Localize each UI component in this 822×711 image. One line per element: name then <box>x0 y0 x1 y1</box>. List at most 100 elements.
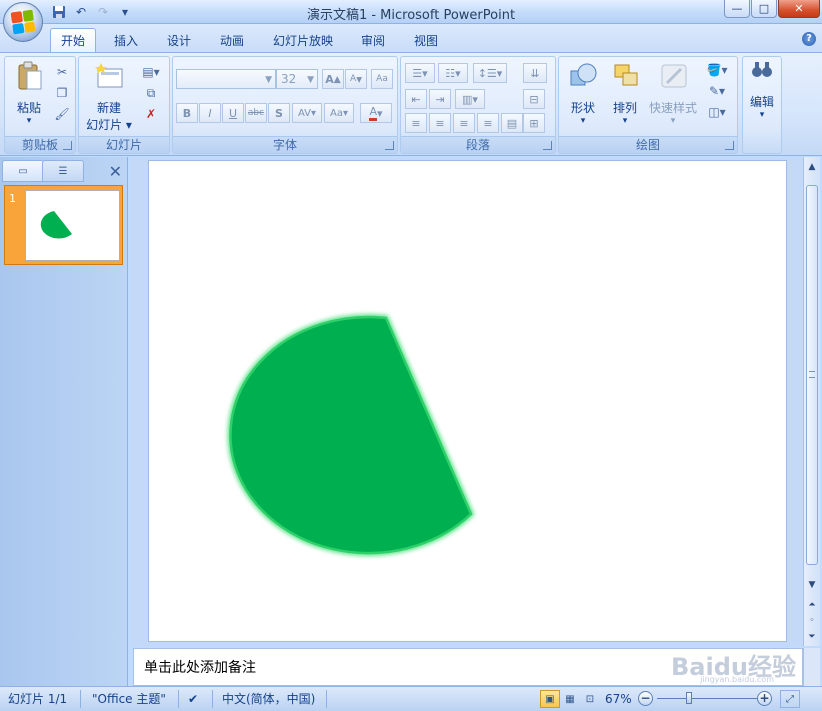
close-panel-icon[interactable]: ✕ <box>109 162 122 181</box>
bullets-icon[interactable]: ☰▾ <box>405 63 435 83</box>
normal-view-icon[interactable]: ▣ <box>540 690 560 708</box>
shape-fill-icon[interactable]: 🪣▾ <box>703 61 731 79</box>
vertical-scrollbar[interactable]: ▲ ▼ ⏶ ◦ ⏷ <box>803 157 820 646</box>
shape-effects-icon[interactable]: ◫▾ <box>703 103 731 121</box>
slides-group-label: 幻灯片 <box>79 136 169 153</box>
tab-review[interactable]: 审阅 <box>351 28 395 52</box>
zoom-in-icon[interactable]: + <box>757 691 772 706</box>
paste-button[interactable]: 粘贴 ▾ <box>7 61 51 133</box>
paste-dropdown-arrow[interactable]: ▾ <box>7 116 51 126</box>
paragraph-launcher-icon[interactable] <box>543 141 552 150</box>
arrange-label: 排列 <box>612 101 637 115</box>
new-slide-icon <box>95 61 123 93</box>
tab-view[interactable]: 视图 <box>404 28 448 52</box>
bold-button[interactable]: B <box>176 103 198 123</box>
justify-icon[interactable]: ≡ <box>477 113 499 133</box>
slide-svg <box>227 314 475 557</box>
new-slide-label-2: 幻灯片 ▾ <box>86 118 132 132</box>
zoom-slider-thumb[interactable] <box>686 692 692 704</box>
tab-home[interactable]: 开始 <box>50 28 97 52</box>
title-bar: ↶ ↷ ▾ 演示文稿1 - Microsoft PowerPoint — □ ✕ <box>0 0 822 24</box>
maximize-button[interactable]: □ <box>751 0 777 18</box>
align-right-icon[interactable]: ≡ <box>453 113 475 133</box>
slides-panel: ▭ ☰ ✕ 1 <box>0 157 128 686</box>
italic-button[interactable]: I <box>199 103 221 123</box>
copy-icon[interactable]: ❐ <box>53 84 71 102</box>
align-text-icon[interactable]: ⊟ <box>523 89 545 109</box>
tab-insert[interactable]: 插入 <box>104 28 148 52</box>
paragraph-group: ☰▾ ☷▾ ↕☰▾ ⇊ ⇤ ⇥ ▥▾ ⊟ ≡ ≡ ≡ ≡ ▤ ⊞ 段落 <box>400 56 556 154</box>
slides-group: 新建 幻灯片 ▾ ▤▾ ⧉ ✗ 幻灯片 <box>78 56 170 154</box>
next-slide-icon[interactable]: ⏷ <box>805 629 819 645</box>
editing-button[interactable]: 编辑 ▾ <box>743 59 781 131</box>
font-name-field[interactable]: ▼ <box>176 69 276 89</box>
arrange-button[interactable]: 排列 ▾ <box>605 61 645 133</box>
font-color-button[interactable]: A ▾ <box>360 103 392 123</box>
text-direction-icon[interactable]: ⇊ <box>523 63 547 83</box>
select-browse-icon[interactable]: ◦ <box>805 613 819 629</box>
clipboard-launcher-icon[interactable] <box>63 141 72 150</box>
theme-name[interactable]: "Office 主题" <box>92 691 166 707</box>
ribbon: 粘贴 ▾ ✂ ❐ 🖌 剪贴板 新建 幻灯片 ▾ ▤▾ ⧉ ✗ 幻灯片 ▼ 32 ▼… <box>0 52 822 156</box>
font-launcher-icon[interactable] <box>385 141 394 150</box>
slideshow-view-icon[interactable]: ⊡ <box>580 690 600 708</box>
shrink-font-button[interactable]: A ▼ <box>345 69 367 89</box>
line-spacing-icon[interactable]: ↕☰▾ <box>473 63 507 83</box>
layout-icon[interactable]: ▤▾ <box>139 63 163 81</box>
outline-tab-icon[interactable]: ☰ <box>42 160 84 182</box>
spelling-check-icon[interactable]: ✔ <box>188 691 198 707</box>
align-center-icon[interactable]: ≡ <box>429 113 451 133</box>
change-case-button[interactable]: Aa ▾ <box>324 103 354 123</box>
zoom-out-icon[interactable]: − <box>638 691 653 706</box>
columns-icon[interactable]: ▥▾ <box>455 89 485 109</box>
tab-design[interactable]: 设计 <box>157 28 201 52</box>
notes-scrollbar[interactable] <box>803 648 820 686</box>
scroll-thumb[interactable] <box>806 185 818 565</box>
grow-font-button[interactable]: A ▲ <box>322 69 344 89</box>
zoom-level[interactable]: 67% <box>605 691 632 707</box>
cut-icon[interactable]: ✂ <box>53 63 71 81</box>
font-size-field[interactable]: 32 ▼ <box>276 69 318 89</box>
previous-slide-icon[interactable]: ⏶ <box>805 597 819 613</box>
clear-format-button[interactable]: Aa <box>371 69 393 89</box>
smartart-icon[interactable]: ⊞ <box>523 113 545 133</box>
shapes-label: 形状 <box>570 101 595 115</box>
distributed-icon[interactable]: ▤ <box>501 113 523 133</box>
shapes-button[interactable]: 形状 ▾ <box>563 61 603 133</box>
delete-slide-icon[interactable]: ✗ <box>139 105 163 123</box>
notes-pane[interactable]: 单击此处添加备注 Baidu经验 jingyan.baidu.com <box>133 648 803 686</box>
increase-indent-icon[interactable]: ⇥ <box>429 89 451 109</box>
slides-tab-icon[interactable]: ▭ <box>2 160 44 182</box>
slide-thumbnail[interactable]: 1 <box>4 185 123 265</box>
slide-sorter-icon[interactable]: ▦ <box>560 690 580 708</box>
tab-slideshow[interactable]: 幻灯片放映 <box>263 28 343 52</box>
char-spacing-button[interactable]: AV ▾ <box>292 103 322 123</box>
new-slide-button[interactable]: 新建 幻灯片 ▾ <box>81 61 137 133</box>
align-left-icon[interactable]: ≡ <box>405 113 427 133</box>
strikethrough-button[interactable]: abc <box>245 103 267 123</box>
close-button[interactable]: ✕ <box>778 0 820 18</box>
fit-to-window-icon[interactable]: ⤢ <box>780 690 800 708</box>
quick-styles-button[interactable]: 快速样式 ▾ <box>647 61 699 133</box>
help-icon[interactable]: ? <box>802 32 816 46</box>
drawing-group-label: 绘图 <box>559 136 737 153</box>
shape-outline-icon[interactable]: ✎▾ <box>703 82 731 100</box>
shadow-button[interactable]: S <box>268 103 290 123</box>
office-button[interactable] <box>3 2 43 42</box>
decrease-indent-icon[interactable]: ⇤ <box>405 89 427 109</box>
font-group: ▼ 32 ▼ A ▲ A ▼ Aa B I U abc S AV ▾ Aa ▾ A ▾ 字体 <box>172 56 398 154</box>
numbering-icon[interactable]: ☷▾ <box>438 63 468 83</box>
reset-icon[interactable]: ⧉ <box>139 84 163 102</box>
drawing-launcher-icon[interactable] <box>725 141 734 150</box>
format-painter-icon[interactable]: 🖌 <box>53 105 71 123</box>
underline-button[interactable]: U <box>222 103 244 123</box>
scroll-up-icon[interactable]: ▲ <box>805 159 819 175</box>
tab-animations[interactable]: 动画 <box>210 28 254 52</box>
clipboard-group: 粘贴 ▾ ✂ ❐ 🖌 剪贴板 <box>4 56 76 154</box>
paste-icon <box>15 61 43 93</box>
slide-canvas[interactable] <box>148 160 787 642</box>
zoom-slider[interactable] <box>657 698 757 699</box>
language-indicator[interactable]: 中文(简体，中国) <box>222 691 315 707</box>
minimize-button[interactable]: — <box>724 0 750 18</box>
scroll-down-icon[interactable]: ▼ <box>805 577 819 593</box>
